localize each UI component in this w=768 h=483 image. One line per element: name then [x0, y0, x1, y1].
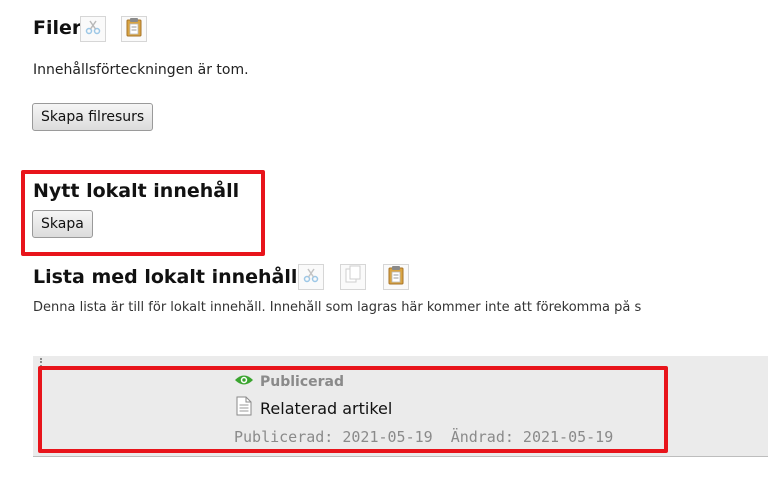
cut-list-button[interactable]	[298, 264, 324, 290]
modified-date: Ändrad: 2021-05-19	[450, 428, 614, 446]
paste-list-button[interactable]	[383, 264, 409, 290]
divider	[33, 456, 768, 457]
published-date: Publicerad: 2021-05-19	[234, 428, 433, 446]
scissors-icon	[302, 266, 320, 288]
create-file-resource-button[interactable]: Skapa filresurs	[32, 103, 154, 131]
eye-icon	[234, 372, 254, 391]
new-local-heading: Nytt lokalt innehåll	[33, 180, 240, 202]
copy-list-button[interactable]	[340, 264, 366, 290]
local-list-description: Denna lista är till för lokalt innehåll.…	[33, 300, 642, 315]
list-item-status: Publicerad	[234, 372, 344, 391]
list-item-title[interactable]: Relaterad artikel	[260, 399, 392, 418]
clipboard-icon	[125, 17, 143, 41]
list-item-meta: Publicerad: 2021-05-19 Ändrad: 2021-05-1…	[234, 428, 613, 446]
status-label: Publicerad	[260, 373, 345, 390]
clipboard-icon	[387, 265, 405, 289]
files-empty-text: Innehållsförteckningen är tom.	[33, 62, 249, 78]
local-list-heading: Lista med lokalt innehåll	[33, 266, 298, 288]
scissors-icon	[84, 18, 102, 40]
paste-button[interactable]	[121, 16, 147, 42]
copy-icon	[344, 265, 362, 289]
list-item[interactable]: Relaterad artikel	[236, 396, 392, 420]
document-icon	[236, 396, 252, 420]
create-local-button[interactable]: Skapa	[32, 210, 93, 238]
files-heading: Filer	[33, 17, 82, 39]
cut-button[interactable]	[80, 16, 106, 42]
